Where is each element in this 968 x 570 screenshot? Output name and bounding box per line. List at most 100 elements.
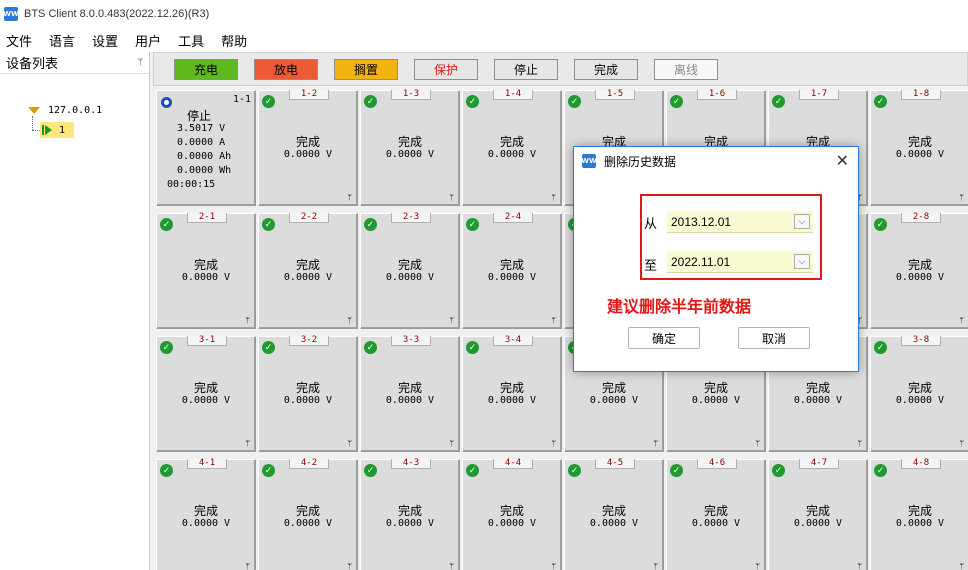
channel-cell[interactable]: 4-7 ✓ 完成 0.0000 V ᛘ (768, 459, 868, 570)
channel-cell[interactable]: 2-1 ✓ 完成 0.0000 V ᛘ (156, 213, 256, 329)
check-icon: ✓ (466, 218, 479, 231)
channel-voltage: 0.0000 V (283, 149, 333, 160)
channel-status: 完成 (499, 258, 524, 272)
title-bar: WW BTS Client 8.0.0.483(2022.12.26)(R3) (0, 0, 968, 28)
pin-icon: ᛘ (551, 562, 556, 570)
channel-status: 完成 (601, 504, 626, 518)
tree-node-device[interactable]: 127.0.0.1 (28, 105, 102, 116)
channel-id: 2-1 (187, 213, 227, 223)
channel-cell[interactable]: 4-4 ✓ 完成 0.0000 V ᛘ (462, 459, 562, 570)
to-date-picker[interactable]: 2022.11.01 ⌵ (667, 251, 813, 273)
channel-cell[interactable]: 1-3 ✓ 完成 0.0000 V ᛘ (360, 90, 460, 206)
channel-status: 完成 (397, 135, 422, 149)
channel-cell[interactable]: 2-8 ✓ 完成 0.0000 V ᛘ (870, 213, 968, 329)
channel-cell[interactable]: 4-2 ✓ 完成 0.0000 V ᛘ (258, 459, 358, 570)
channel-voltage: 0.0000 V (487, 518, 537, 529)
running-unit-icon (42, 125, 53, 136)
channel-cell[interactable]: 3-2 ✓ 完成 0.0000 V ᛘ (258, 336, 358, 452)
delete-history-dialog: WW 删除历史数据 ✕ 从 2013.12.01 ⌵ 至 2022.11.01 … (573, 146, 859, 372)
channel-status: 完成 (907, 135, 932, 149)
channel-voltage: 0.0000 V (895, 272, 945, 283)
menu-help[interactable]: 帮助 (215, 31, 253, 50)
channel-cell[interactable]: 2-3 ✓ 完成 0.0000 V ᛘ (360, 213, 460, 329)
channel-status: 完成 (703, 504, 728, 518)
check-icon: ✓ (772, 464, 785, 477)
channel-cell[interactable]: 4-3 ✓ 完成 0.0000 V ᛘ (360, 459, 460, 570)
channel-status: 完成 (907, 258, 932, 272)
channel-id: 1-2 (289, 90, 329, 100)
channel-id: 3-2 (289, 336, 329, 346)
confirm-button[interactable]: 确定 (628, 327, 700, 349)
pin-icon: ᛘ (551, 193, 556, 202)
channel-cell[interactable]: 4-5 ✓ 完成 0.0000 V ᛘ (564, 459, 664, 570)
pin-icon[interactable]: ᛘ (138, 58, 143, 68)
channel-id: 4-1 (187, 459, 227, 469)
pin-icon: ᛘ (245, 562, 250, 570)
legend-charge: 充电 (174, 59, 238, 80)
channel-status: 完成 (907, 381, 932, 395)
legend-stop: 停止 (494, 59, 558, 80)
close-icon[interactable]: ✕ (836, 151, 849, 170)
pin-icon: ᛘ (449, 562, 454, 570)
chevron-down-icon[interactable]: ⌵ (794, 254, 810, 269)
channel-voltage: 0.0000 V (691, 395, 741, 406)
channel-cell[interactable]: 2-2 ✓ 完成 0.0000 V ᛘ (258, 213, 358, 329)
menu-user[interactable]: 用户 (129, 31, 167, 50)
window-title: BTS Client 8.0.0.483(2022.12.26)(R3) (24, 8, 210, 20)
channel-cell[interactable]: 1-8 ✓ 完成 0.0000 V ᛘ (870, 90, 968, 206)
channel-energy: 0.0000 Wh (177, 165, 232, 176)
from-date-value: 2013.12.01 (671, 214, 732, 229)
channel-id: 4-8 (901, 459, 941, 469)
cancel-button[interactable]: 取消 (738, 327, 810, 349)
channel-cell[interactable]: 2-4 ✓ 完成 0.0000 V ᛘ (462, 213, 562, 329)
device-ip-label: 127.0.0.1 (48, 105, 103, 116)
channel-voltage: 0.0000 V (181, 395, 231, 406)
tree-node-unit[interactable]: 1 (40, 122, 74, 138)
channel-id: 1-1 (232, 94, 251, 105)
channel-voltage: 0.0000 V (895, 518, 945, 529)
channel-cell[interactable]: 4-6 ✓ 完成 0.0000 V ᛘ (666, 459, 766, 570)
channel-status: 完成 (295, 381, 320, 395)
channel-id: 1-7 (799, 90, 839, 100)
pin-icon: ᛘ (857, 439, 862, 448)
menu-language[interactable]: 语言 (43, 31, 81, 50)
check-icon: ✓ (160, 464, 173, 477)
channel-cell[interactable]: 4-1 ✓ 完成 0.0000 V ᛘ (156, 459, 256, 570)
check-icon: ✓ (772, 95, 785, 108)
panel-title: 设备列表 (6, 57, 59, 72)
chevron-down-icon[interactable]: ⌵ (794, 214, 810, 229)
channel-voltage: 0.0000 V (589, 395, 639, 406)
channel-cell[interactable]: 1-1 停止 3.5017 V 0.0000 A 0.0000 Ah 0.0000 Wh 0… (156, 90, 256, 206)
channel-voltage: 0.0000 V (589, 518, 639, 529)
menu-settings[interactable]: 设置 (86, 31, 124, 50)
pin-icon: ᛘ (653, 439, 658, 448)
menu-file[interactable]: 文件 (0, 31, 38, 50)
channel-cell[interactable]: 3-3 ✓ 完成 0.0000 V ᛘ (360, 336, 460, 452)
pin-icon: ᛘ (449, 193, 454, 202)
from-date-picker[interactable]: 2013.12.01 ⌵ (667, 211, 813, 233)
channel-cell[interactable]: 3-1 ✓ 完成 0.0000 V ᛘ (156, 336, 256, 452)
expand-triangle-icon[interactable] (28, 107, 40, 114)
channel-current: 0.0000 A (177, 137, 226, 148)
pin-icon: ᛘ (551, 439, 556, 448)
channel-id: 4-6 (697, 459, 737, 469)
channel-cell[interactable]: 3-4 ✓ 完成 0.0000 V ᛘ (462, 336, 562, 452)
channel-id: 3-8 (901, 336, 941, 346)
channel-voltage: 3.5017 V (177, 123, 226, 134)
channel-cell[interactable]: 1-2 ✓ 完成 0.0000 V ᛘ (258, 90, 358, 206)
channel-id: 2-2 (289, 213, 329, 223)
pin-icon: ᛘ (653, 562, 658, 570)
channel-status: 完成 (193, 381, 218, 395)
channel-status: 完成 (193, 258, 218, 272)
channel-status: 完成 (295, 258, 320, 272)
channel-cell[interactable]: 1-4 ✓ 完成 0.0000 V ᛘ (462, 90, 562, 206)
channel-cell[interactable]: 4-8 ✓ 完成 0.0000 V ᛘ (870, 459, 968, 570)
check-icon: ✓ (466, 341, 479, 354)
channel-voltage: 0.0000 V (283, 272, 333, 283)
pin-icon: ᛘ (959, 439, 964, 448)
legend-label: 充电 (193, 63, 218, 77)
unit-label: 1 (59, 124, 66, 136)
channel-cell[interactable]: 3-8 ✓ 完成 0.0000 V ᛘ (870, 336, 968, 452)
channel-status: 完成 (397, 381, 422, 395)
menu-tools[interactable]: 工具 (172, 31, 210, 50)
